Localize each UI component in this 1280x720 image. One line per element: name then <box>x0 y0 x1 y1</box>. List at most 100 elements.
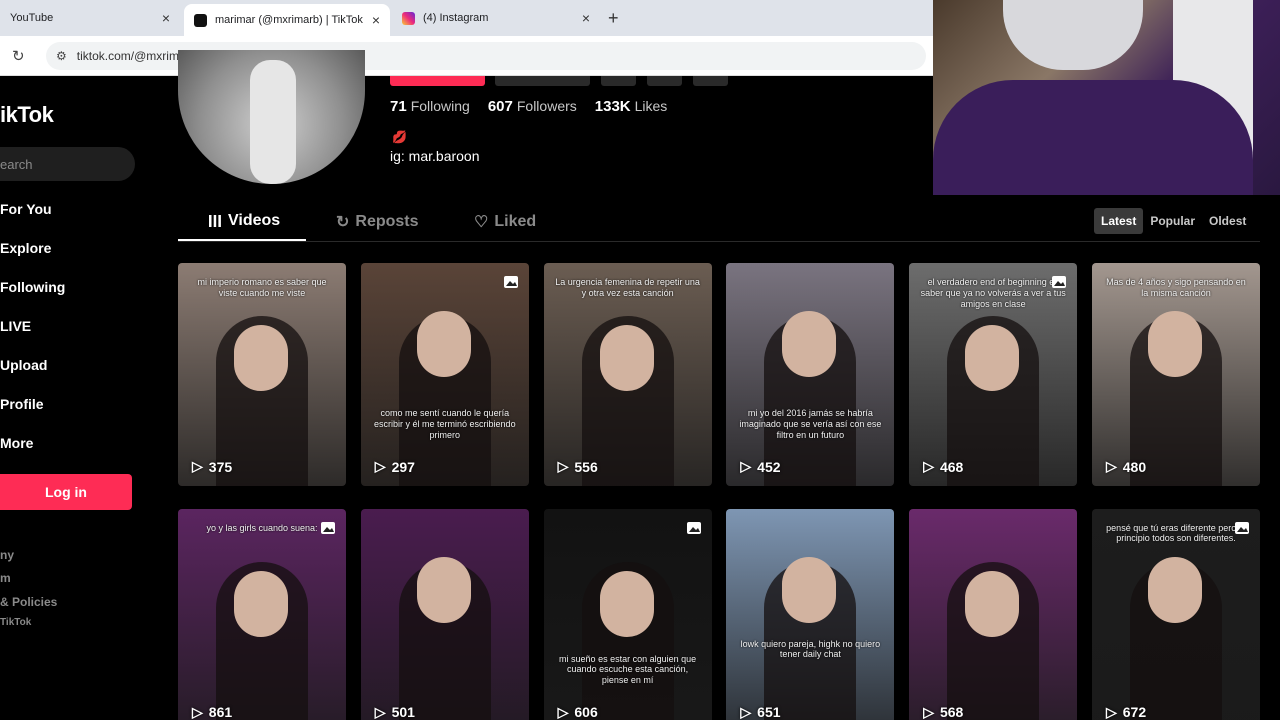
video-thumbnail-face <box>416 311 471 377</box>
view-count: ▷ 861 <box>192 704 232 720</box>
stat-label: Following <box>410 98 470 114</box>
video-card[interactable]: pensé que tú eras diferente pero al prin… <box>1091 508 1260 720</box>
message-button[interactable] <box>495 76 590 86</box>
view-count-value: 468 <box>939 458 964 475</box>
view-count: ▷ 375 <box>192 458 232 475</box>
sort-oldest[interactable]: Oldest <box>1202 208 1253 234</box>
tab-videos[interactable]: Videos <box>208 212 280 230</box>
new-tab-button[interactable]: + <box>608 8 619 29</box>
sort-control: Latest Popular Oldest <box>1094 206 1256 236</box>
tab-title: YouTube <box>10 12 54 24</box>
video-card[interactable]: mi imperio romano es saber que viste cua… <box>178 263 346 486</box>
video-card[interactable]: ▷ 501 <box>360 508 529 720</box>
stat-followers[interactable]: 607 Followers <box>488 98 577 115</box>
video-caption-overlay: mi imperio romano es saber que viste cua… <box>197 277 327 298</box>
video-thumbnail-face <box>782 556 837 623</box>
tab-title: marimar (@mxrimarb) | TikTok <box>215 14 363 26</box>
stat-value: 607 <box>487 98 513 115</box>
view-count-value: 568 <box>939 704 964 720</box>
view-count-value: 297 <box>391 458 415 475</box>
video-card[interactable]: como me sentí cuando le quería escribir … <box>360 263 529 486</box>
view-count-value: 452 <box>757 458 781 475</box>
nav-for-you[interactable]: For You <box>0 201 52 217</box>
sort-latest[interactable]: Latest <box>1094 208 1144 234</box>
video-card[interactable]: lowk quiero pareja, highk no quiero tene… <box>726 508 895 720</box>
footer-link[interactable]: ny <box>0 548 14 562</box>
view-count: ▷ 556 <box>558 458 598 475</box>
video-card[interactable]: yo y las girls cuando suena: ▷ 861 <box>178 508 346 720</box>
video-caption-overlay: como me sentí cuando le quería escribir … <box>374 408 516 440</box>
nav-following[interactable]: Following <box>0 279 65 295</box>
video-thumbnail-face <box>599 325 654 391</box>
avatar-figure <box>250 60 296 184</box>
video-caption-overlay: el verdadero end of beginning es saber q… <box>920 277 1066 309</box>
heart-icon: ♡ <box>474 214 489 231</box>
webcam-overlay <box>933 0 1280 195</box>
video-thumbnail-face <box>599 570 654 637</box>
video-card[interactable]: ▷ 568 <box>909 508 1078 720</box>
profile-bio: ig: mar.baroon <box>390 148 480 164</box>
play-icon: ▷ <box>557 458 569 474</box>
video-thumbnail-face <box>965 325 1020 391</box>
video-thumbnail-face <box>1147 556 1202 623</box>
view-count: ▷ 606 <box>558 704 598 720</box>
grid-icon <box>209 215 221 227</box>
tiktok-logo[interactable]: ikTok <box>0 102 54 128</box>
video-caption-overlay: Mas de 4 años y sigo pensando en la mism… <box>1106 277 1246 298</box>
profile-stats: 71 Following 607 Followers 133K Likes <box>390 98 667 115</box>
tab-label: Liked <box>494 213 537 230</box>
lips-emoji-icon: 💋 <box>392 130 407 144</box>
video-caption-overlay: mi sueño es estar con alguien que cuando… <box>559 653 697 686</box>
video-card[interactable]: mi yo del 2016 jamás se habría imaginado… <box>726 263 895 486</box>
nav-upload[interactable]: Upload <box>0 357 47 373</box>
tab-tiktok[interactable]: marimar (@mxrimarb) | TikTok × <box>184 4 390 36</box>
login-button[interactable]: Log in <box>0 474 132 510</box>
follow-button[interactable] <box>390 76 485 86</box>
sort-popular[interactable]: Popular <box>1143 208 1202 234</box>
webcam-person <box>933 80 1253 195</box>
play-icon: ▷ <box>1105 458 1117 474</box>
play-icon: ▷ <box>192 458 203 474</box>
share-button[interactable] <box>647 76 682 86</box>
tiktok-favicon-icon <box>194 13 207 27</box>
close-tab-icon[interactable]: × <box>162 10 170 26</box>
more-options-button[interactable] <box>693 76 728 86</box>
tab-liked[interactable]: ♡ Liked <box>474 212 536 232</box>
photo-carousel-icon <box>503 276 518 288</box>
tab-label: Videos <box>228 212 281 229</box>
nav-explore[interactable]: Explore <box>0 240 51 256</box>
stat-following[interactable]: 71 Following <box>390 98 470 115</box>
video-caption-overlay: mi yo del 2016 jamás se habría imaginado… <box>739 408 882 440</box>
photo-carousel-icon <box>321 521 335 534</box>
video-card[interactable]: mi sueño es estar con alguien que cuando… <box>543 508 712 720</box>
play-icon: ▷ <box>557 703 569 720</box>
footer-copyright: TikTok <box>0 617 32 628</box>
tab-reposts[interactable]: ↻ Reposts <box>336 212 419 232</box>
add-friend-button[interactable] <box>601 76 636 86</box>
tab-instagram[interactable]: (4) Instagram × <box>392 0 600 36</box>
play-icon: ▷ <box>923 703 934 720</box>
close-tab-icon[interactable]: × <box>372 12 380 28</box>
view-count: ▷ 568 <box>923 704 963 720</box>
video-caption-overlay: pensé que tú eras diferente pero al prin… <box>1106 522 1246 544</box>
video-thumbnail-face <box>234 325 288 391</box>
reload-icon[interactable]: ↻ <box>12 47 25 65</box>
footer-link[interactable]: m <box>0 571 11 585</box>
webcam-cap <box>1003 0 1143 70</box>
view-count-value: 861 <box>208 704 233 720</box>
video-card[interactable]: La urgencia femenina de repetir una y ot… <box>543 263 712 486</box>
footer-link[interactable]: & Policies <box>0 595 57 609</box>
view-count-value: 606 <box>574 704 598 720</box>
close-tab-icon[interactable]: × <box>582 10 590 26</box>
nav-live[interactable]: LIVE <box>0 318 31 334</box>
view-count: ▷ 297 <box>375 458 415 475</box>
video-card[interactable]: Mas de 4 años y sigo pensando en la mism… <box>1091 263 1260 486</box>
video-card[interactable]: el verdadero end of beginning es saber q… <box>909 263 1078 486</box>
video-thumbnail-face <box>416 556 471 623</box>
site-settings-icon[interactable]: ⚙ <box>56 49 67 63</box>
tab-youtube[interactable]: YouTube × <box>0 0 180 36</box>
nav-profile[interactable]: Profile <box>0 396 44 412</box>
video-caption-overlay: La urgencia femenina de repetir una y ot… <box>555 277 700 298</box>
search-input[interactable]: earch <box>0 147 135 181</box>
nav-more[interactable]: More <box>0 435 33 451</box>
